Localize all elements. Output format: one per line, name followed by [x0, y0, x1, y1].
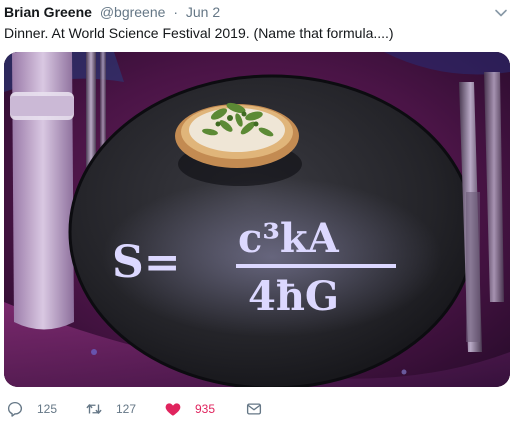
tweet-text: Dinner. At World Science Festival 2019. …	[4, 25, 394, 41]
tweet-actions: 125 127 935	[0, 396, 520, 424]
reply-button[interactable]: 125	[6, 400, 57, 418]
formula-numerator: c³kA	[238, 215, 340, 262]
like-count: 935	[195, 402, 216, 416]
chevron-down-icon[interactable]	[494, 6, 508, 20]
tweet-photo[interactable]: S= c³kA 4ħG	[4, 52, 510, 387]
reply-icon	[7, 401, 23, 417]
retweet-icon	[86, 404, 102, 414]
share-button[interactable]	[245, 400, 276, 418]
retweet-button[interactable]: 127	[85, 400, 136, 418]
separator-dot: ·	[173, 4, 178, 20]
mail-icon	[246, 403, 262, 415]
tweet-header: Brian Greene @bgreene · Jun 2	[4, 4, 220, 21]
tweet-date[interactable]: Jun 2	[186, 4, 220, 20]
heart-icon	[165, 403, 181, 416]
like-button[interactable]: 935	[164, 400, 215, 418]
formula-denominator: 4ħG	[248, 273, 339, 320]
reply-count: 125	[37, 402, 58, 416]
napkin-roll	[10, 52, 74, 330]
retweet-count: 127	[116, 402, 137, 416]
formula-left: S=	[112, 237, 181, 288]
author-handle[interactable]: @bgreene	[100, 4, 166, 20]
author-name[interactable]: Brian Greene	[4, 4, 92, 20]
